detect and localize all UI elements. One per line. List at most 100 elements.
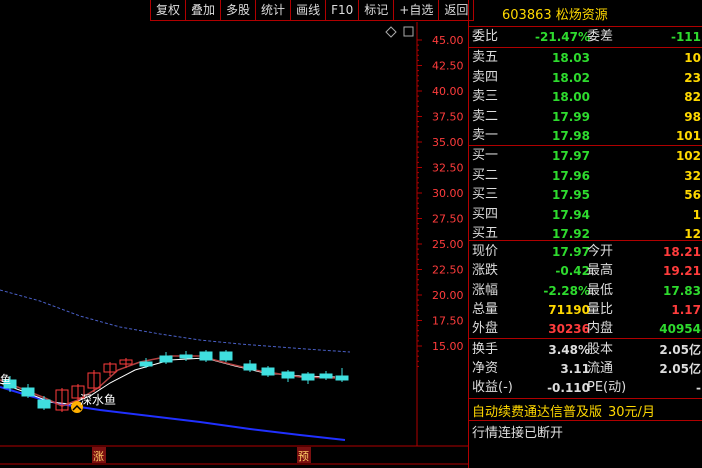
candle-body[interactable] (199, 351, 213, 361)
quote-value: -0.42 (555, 264, 590, 279)
fund-row: 换手 3.48% 股本 2.05亿 (469, 341, 702, 359)
quote-row: 涨跌 -0.42 最高 19.21 (469, 262, 702, 280)
level-volume: 101 (675, 129, 701, 143)
toolbar-button[interactable]: F10 (325, 0, 359, 21)
candle-body[interactable] (335, 375, 349, 381)
quote-label: 涨幅 (472, 282, 499, 298)
connection-status: 行情连接已断开 (472, 426, 564, 441)
toolbar-button[interactable]: 叠加 (185, 0, 221, 21)
fund-value: 3.11 (560, 362, 590, 376)
toolbar-button[interactable]: +自选 (393, 0, 439, 21)
level-volume: 23 (684, 70, 701, 85)
level-price: 18.00 (552, 90, 590, 104)
fund-label: PE(动) (587, 380, 627, 395)
toolbar-button[interactable]: 复权 (150, 0, 186, 21)
ask-row[interactable]: 卖一 17.98 101 (469, 127, 702, 145)
candle-body[interactable] (243, 363, 257, 371)
level-label: 买一 (472, 148, 499, 163)
bid-row[interactable]: 买四 17.94 1 (469, 206, 702, 224)
ma-white-line (0, 357, 336, 405)
fund-row: 收益(-) -0.110 PE(动) - (469, 379, 702, 397)
level-volume: 1 (692, 207, 701, 222)
y-tick-label: 25.00 (432, 238, 464, 251)
quote-value: 40954 (659, 322, 701, 337)
fund-value: 2.05亿 (659, 343, 701, 357)
level-volume: 82 (684, 90, 701, 104)
fund-value: 2.05亿 (659, 362, 701, 376)
stock-name: 松炀资源 (555, 8, 608, 23)
level-price: 18.02 (552, 70, 590, 85)
level-volume: 10 (684, 51, 701, 65)
candle-body[interactable] (21, 387, 35, 397)
toolbar-button[interactable]: 画线 (290, 0, 326, 21)
promo-banner[interactable]: 自动续费通达信普及版 30元/月 (472, 401, 655, 420)
quote-label: 内盘 (587, 321, 614, 337)
quote-row: 总量 71190 量比 1.17 (469, 301, 702, 319)
fund-label: 净资 (472, 361, 499, 376)
ma-blue-line (0, 386, 346, 441)
level-label: 买二 (472, 167, 499, 183)
quote-label: 最高 (587, 263, 614, 279)
kline-svg[interactable]: 45.00 42.50 40.00 37.50 35.00 32.50 30.00 27.50… (0, 22, 468, 468)
y-tick-label: 17.50 (432, 315, 464, 328)
signal-label: 深水鱼 (80, 393, 116, 407)
window-icon[interactable] (403, 26, 414, 37)
level-label: 卖五 (472, 50, 499, 65)
y-tick-label: 22.50 (432, 264, 464, 277)
candle-body[interactable] (179, 354, 193, 359)
toolbar-button[interactable]: 多股 (220, 0, 256, 21)
quote-value: -2.28% (543, 283, 590, 298)
quote-value: 1.17 (671, 302, 701, 317)
ask-row[interactable]: 卖三 18.00 82 (469, 88, 702, 106)
ask-row[interactable]: 卖五 18.03 10 (469, 49, 702, 67)
candle-body[interactable] (159, 355, 173, 363)
stock-code: 603863 (502, 8, 552, 23)
toolbar-button[interactable]: 统计 (255, 0, 291, 21)
candle-body[interactable] (319, 373, 333, 379)
candle-body[interactable] (281, 371, 295, 379)
weicha-value: -111 (670, 30, 701, 44)
diamond-icon[interactable] (385, 26, 397, 38)
bottom-marker-label[interactable]: 涨 (93, 450, 104, 463)
bid-row[interactable]: 买一 17.97 102 (469, 147, 702, 165)
ask-row[interactable]: 卖四 18.02 23 (469, 69, 702, 87)
candle-body[interactable] (301, 373, 315, 381)
candle-body[interactable] (219, 351, 233, 361)
bottom-marker-label[interactable]: 预 (298, 450, 309, 463)
quote-panel: 603863 松炀资源 委比 -21.47% 委差 -111 卖五 18.03 10… (468, 0, 702, 468)
level-label: 卖三 (472, 89, 499, 104)
y-tick-label: 30.00 (432, 187, 464, 200)
bid-row[interactable]: 买三 17.95 56 (469, 186, 702, 204)
quote-label: 现价 (472, 244, 499, 259)
weibi-label: 委比 (472, 29, 499, 44)
kline-chart[interactable]: 45.00 42.50 40.00 37.50 35.00 32.50 30.00 27.50… (0, 22, 468, 468)
quote-label: 总量 (472, 301, 499, 317)
ma-red-line (0, 355, 336, 407)
left-edge-label: 鱼 (0, 372, 11, 386)
candle-body[interactable] (261, 367, 275, 376)
candle-body[interactable] (139, 361, 153, 367)
level-volume: 56 (684, 188, 701, 202)
y-tick-label: 15.00 (432, 340, 464, 353)
level-volume: 32 (684, 168, 701, 183)
quote-row: 涨幅 -2.28% 最低 17.83 (469, 282, 702, 300)
y-tick-label: 27.50 (432, 213, 464, 226)
promo-price[interactable]: 30元/月 (608, 405, 655, 420)
promo-text[interactable]: 自动续费通达信普及版 (472, 405, 602, 420)
fund-value: - (696, 381, 701, 395)
candle-body[interactable] (37, 399, 51, 409)
quote-label: 量比 (587, 301, 614, 317)
level-price: 17.94 (552, 207, 590, 222)
toolbar: 复权 叠加 多股 统计 画线 F10 标记 +自选 返回 (150, 0, 475, 22)
level-label: 买三 (472, 187, 499, 202)
toolbar-button[interactable]: 标记 (358, 0, 394, 21)
y-tick-label: 42.50 (432, 60, 464, 73)
level-price: 18.03 (552, 51, 590, 65)
ask-row[interactable]: 卖二 17.99 98 (469, 108, 702, 126)
bid-row[interactable]: 买二 17.96 32 (469, 167, 702, 185)
level-price: 17.99 (552, 109, 590, 124)
quote-row: 现价 17.97 今开 18.21 (469, 243, 702, 261)
y-tick-label: 35.00 (432, 136, 464, 149)
fund-value: -0.110 (547, 381, 590, 395)
quote-value: 17.83 (663, 283, 701, 298)
